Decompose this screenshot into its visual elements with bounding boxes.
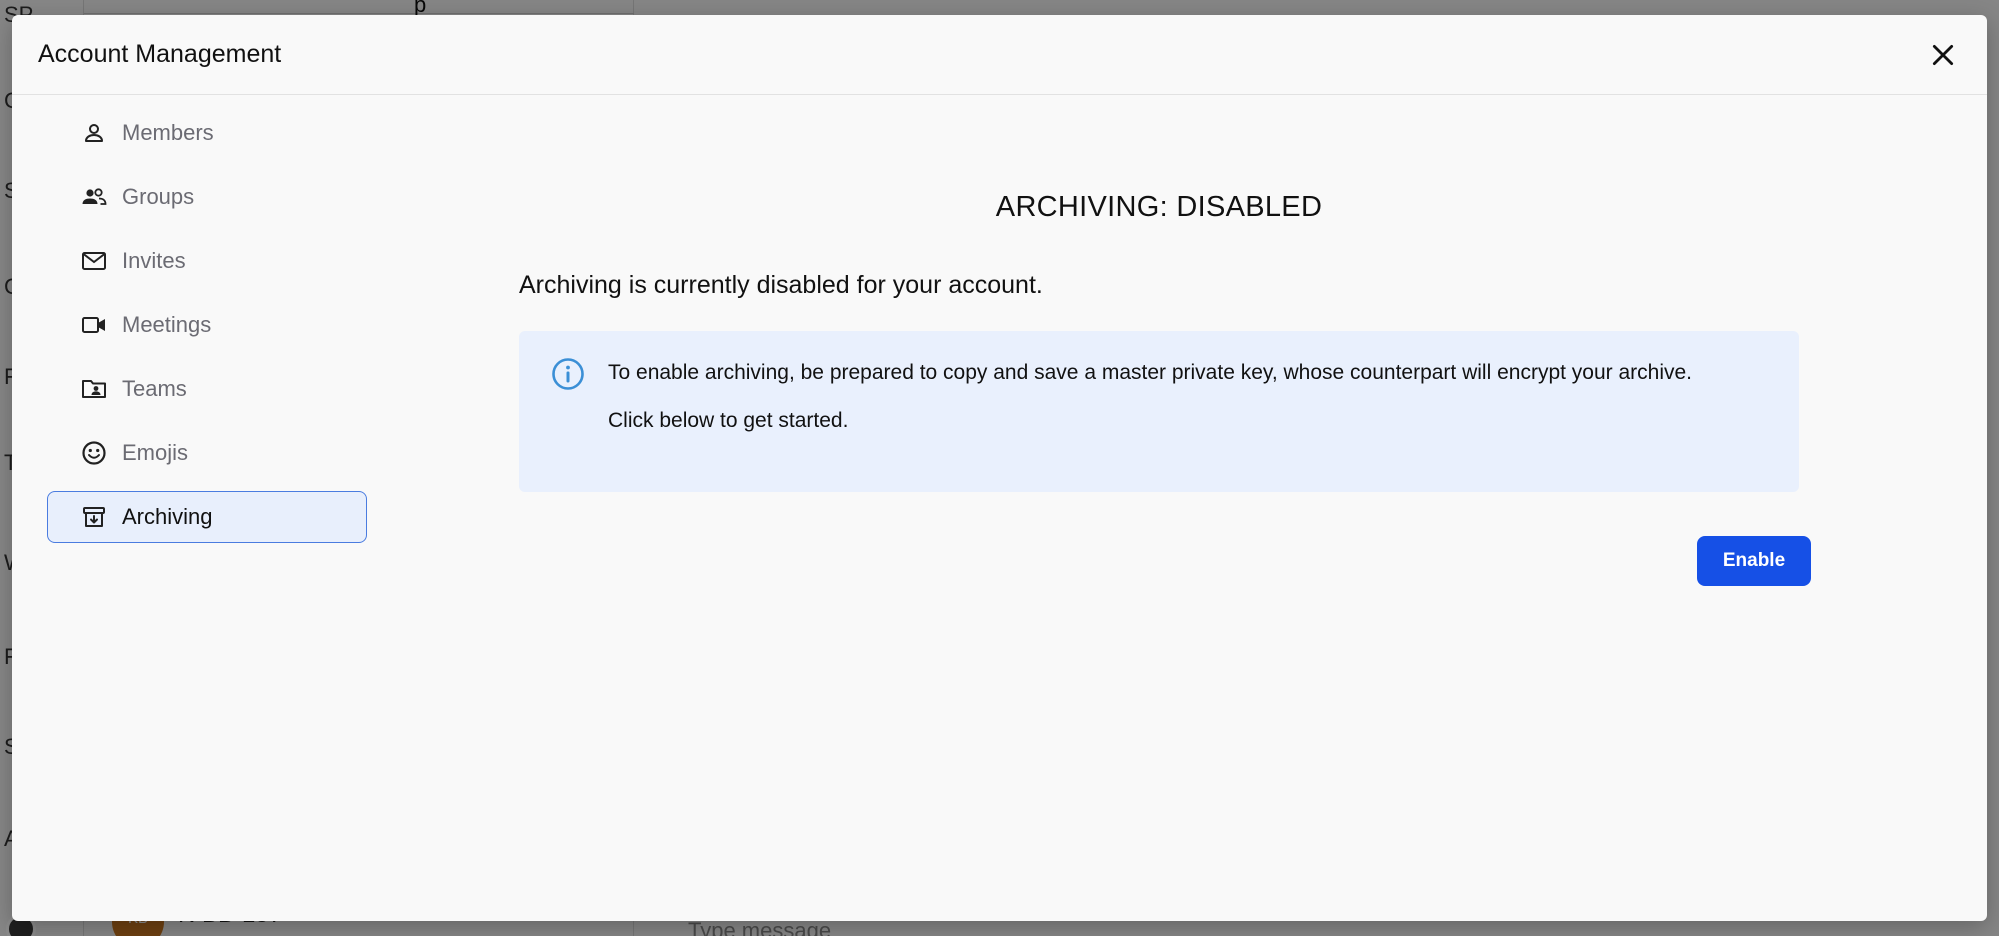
info-paragraph: Click below to get started. (608, 409, 849, 432)
modal-header: Account Management (12, 15, 1987, 95)
sidebar-item-members[interactable]: Members (47, 107, 367, 159)
video-camera-icon (80, 311, 108, 339)
info-callout: To enable archiving, be prepared to copy… (519, 331, 1799, 492)
sidebar-item-label: Meetings (122, 312, 212, 337)
sidebar-item-invites[interactable]: Invites (47, 235, 367, 287)
modal-body: Members Groups Invites Meetings Teams Em… (12, 95, 1987, 921)
folder-user-icon (80, 375, 108, 403)
info-icon (552, 358, 584, 390)
account-management-modal: Account Management Members Groups Invite… (12, 15, 1987, 921)
sidebar-item-label: Members (122, 120, 214, 145)
sidebar-item-label: Archiving (122, 504, 213, 529)
sidebar-item-label: Emojis (122, 440, 189, 465)
smiley-icon (80, 439, 108, 467)
page-title: ARCHIVING: DISABLED (995, 191, 1323, 223)
status-text: Archiving is currently disabled for your… (519, 271, 1043, 299)
sidebar-item-meetings[interactable]: Meetings (47, 299, 367, 351)
sidebar-nav: Members Groups Invites Meetings Teams Em… (47, 107, 367, 555)
info-text: To enable archiving, be prepared to copy… (608, 357, 1758, 437)
sidebar-item-teams[interactable]: Teams (47, 363, 367, 415)
close-button[interactable] (1923, 35, 1963, 75)
close-icon (1932, 44, 1954, 65)
enable-button[interactable]: Enable (1697, 536, 1811, 586)
sidebar-item-label: Teams (122, 376, 187, 401)
sidebar-item-emojis[interactable]: Emojis (47, 427, 367, 479)
sidebar-item-groups[interactable]: Groups (47, 171, 367, 223)
archive-box-icon (80, 503, 108, 531)
info-paragraph: To enable archiving, be prepared to copy… (608, 361, 1693, 384)
envelope-icon (80, 247, 108, 275)
sidebar-item-archiving[interactable]: Archiving (47, 491, 367, 543)
modal-title: Account Management (38, 40, 282, 68)
person-icon (80, 119, 108, 147)
sidebar-item-label: Invites (122, 248, 186, 273)
people-icon (80, 183, 108, 211)
sidebar-item-label: Groups (122, 184, 195, 209)
